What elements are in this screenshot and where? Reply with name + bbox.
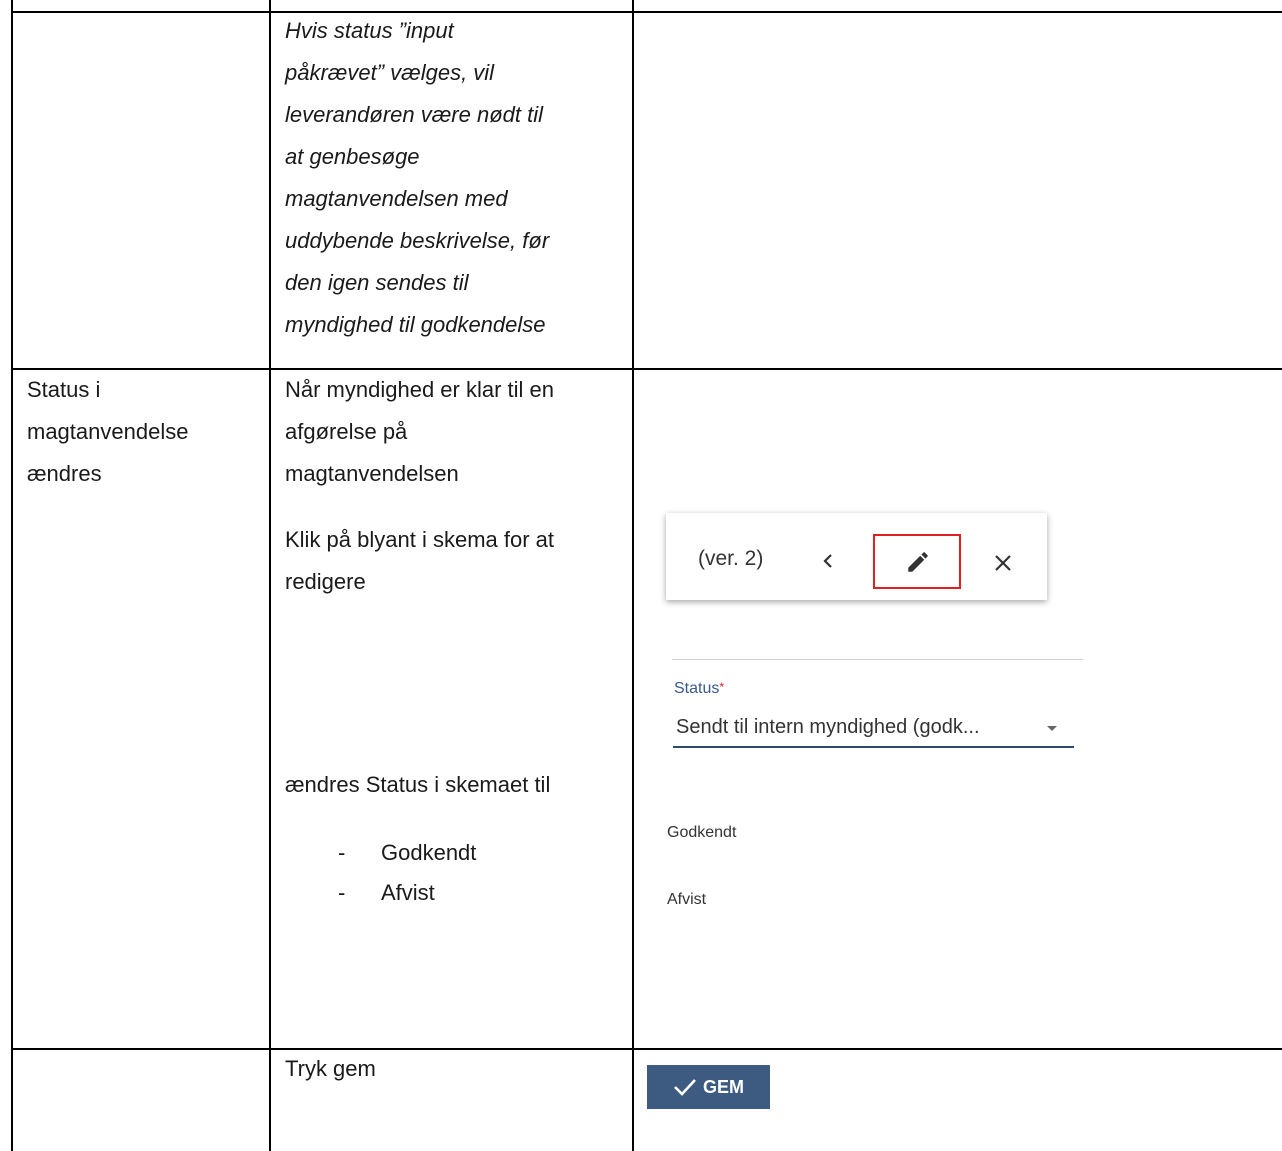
text-line: redigere (285, 569, 366, 594)
row2-para1: Når myndighed er klar til en afgørelse p… (285, 369, 554, 495)
dropdown-arrow-icon[interactable] (1047, 726, 1057, 731)
text-line: at genbesøge (285, 144, 420, 169)
table-divider-col2 (632, 0, 634, 1151)
row1-description: Hvis status ”input påkrævet” vælges, vil… (285, 10, 549, 346)
close-icon[interactable] (991, 551, 1015, 575)
text-line: ændres (27, 461, 102, 486)
save-button-label: GEM (702, 1076, 744, 1097)
bullet-dash: - (338, 840, 346, 865)
text-line: magtanvendelse (27, 419, 189, 444)
status-option-rejected[interactable]: Afvist (667, 891, 706, 909)
version-label: (ver. 2) (698, 547, 764, 570)
save-button[interactable]: GEM (647, 1065, 770, 1109)
bullet-item: Afvist (381, 880, 435, 905)
text-line: påkrævet” vælges, vil (285, 60, 495, 85)
select-underline (673, 746, 1074, 748)
status-label-text: Status (674, 680, 720, 697)
checkmark-icon (674, 1079, 696, 1096)
text-line: magtanvendelsen med (285, 186, 508, 211)
text-line: Klik på blyant i skema for at (285, 527, 555, 552)
text-line: Hvis status ”input (285, 18, 454, 43)
text-line: uddybende beskrivelse, før (285, 228, 550, 253)
chevron-left-icon[interactable] (816, 549, 840, 573)
row2-para3: ændres Status i skemaet til (285, 772, 551, 797)
bullet-item: Godkendt (381, 840, 477, 865)
required-marker: * (719, 680, 725, 694)
row2-para2: Klik på blyant i skema for at redigere (285, 519, 554, 603)
status-field-label: Status* (674, 680, 724, 698)
pencil-icon (908, 552, 928, 572)
text-line: magtanvendelsen (285, 461, 459, 486)
bullet-dash: - (338, 880, 346, 905)
table-border-top (11, 11, 1282, 13)
row2-title: Status i magtanvendelse ændres (27, 369, 188, 495)
edit-button[interactable] (873, 534, 961, 589)
text-line: Status i (27, 377, 101, 402)
text-line: afgørelse på (285, 419, 408, 444)
status-select[interactable]: Sendt til intern myndighed (godk... (676, 716, 980, 739)
text-line: myndighed til godkendelse (285, 312, 546, 337)
text-line: leverandøren være nødt til (285, 102, 543, 127)
text-line: den igen sendes til (285, 270, 469, 295)
table-border-left (11, 0, 13, 1151)
form-divider (672, 659, 1083, 660)
status-option-approved[interactable]: Godkendt (667, 824, 736, 842)
text-line: Når myndighed er klar til en (285, 377, 555, 402)
row3-instruction: Tryk gem (285, 1056, 376, 1081)
table-row-divider-2 (11, 1048, 1282, 1050)
table-row-divider-1 (11, 368, 1282, 370)
form-toolbar: (ver. 2) (666, 513, 1047, 600)
table-divider-col1 (269, 0, 271, 1151)
